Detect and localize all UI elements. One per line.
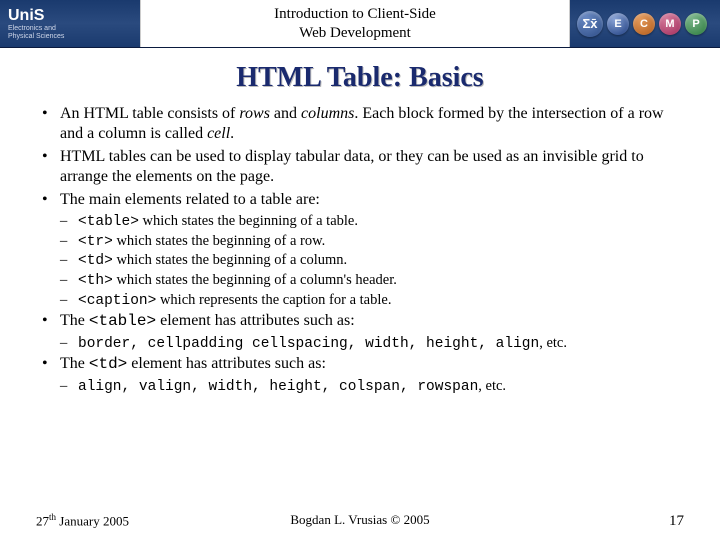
bullet-1: An HTML table consists of rows and colum… [40, 104, 684, 145]
c-badge-icon: C [633, 13, 655, 35]
sub-6: border, cellpadding cellspacing, width, … [60, 334, 684, 354]
sigma-badge-icon: Σx̄ [577, 11, 603, 37]
sub-list-td-attrs: align, valign, width, height, colspan, r… [36, 377, 684, 397]
sub-7: align, valign, width, height, colspan, r… [60, 377, 684, 397]
slide-content: An HTML table consists of rows and colum… [0, 104, 720, 396]
footer: Bogdan L. Vrusias © 2005 27th January 20… [0, 512, 720, 530]
course-title-line2: Web Development [299, 25, 411, 41]
main-bullet-list: An HTML table consists of rows and colum… [36, 104, 684, 210]
sub-5: <caption> which represents the caption f… [60, 291, 684, 311]
header-bar: UniS Electronics and Physical Sciences I… [0, 0, 720, 48]
main-bullet-list-3: The <td> element has attributes such as: [36, 354, 684, 374]
bullet-3: The main elements related to a table are… [40, 190, 684, 210]
footer-author: Bogdan L. Vrusias © 2005 [0, 512, 720, 528]
course-title-line1: Introduction to Client-Side [274, 6, 436, 22]
m-badge-icon: M [659, 13, 681, 35]
slide-title: HTML Table: Basics [0, 62, 720, 94]
sub-1: <table> which states the beginning of a … [60, 212, 684, 232]
bullet-2: HTML tables can be used to display tabul… [40, 147, 684, 188]
unis-logo: UniS [8, 7, 140, 25]
course-title: Introduction to Client-Side Web Developm… [274, 5, 436, 43]
badge-row: Σx̄ E C M P [570, 0, 720, 47]
sub-3: <td> which states the beginning of a col… [60, 251, 684, 271]
p-badge-icon: P [685, 13, 707, 35]
header-title-wrap: Introduction to Client-Side Web Developm… [140, 0, 570, 47]
sub-list-table-attrs: border, cellpadding cellspacing, width, … [36, 334, 684, 354]
bullet-4: The <table> element has attributes such … [40, 311, 684, 331]
logo-block: UniS Electronics and Physical Sciences [0, 0, 140, 47]
sub-4: <th> which states the beginning of a col… [60, 271, 684, 291]
sub-2: <tr> which states the beginning of a row… [60, 232, 684, 252]
sub-list-elements: <table> which states the beginning of a … [36, 212, 684, 310]
unis-sub1: Electronics and [8, 25, 140, 33]
main-bullet-list-2: The <table> element has attributes such … [36, 311, 684, 331]
bullet-5: The <td> element has attributes such as: [40, 354, 684, 374]
unis-sub2: Physical Sciences [8, 33, 140, 41]
e-badge-icon: E [607, 13, 629, 35]
